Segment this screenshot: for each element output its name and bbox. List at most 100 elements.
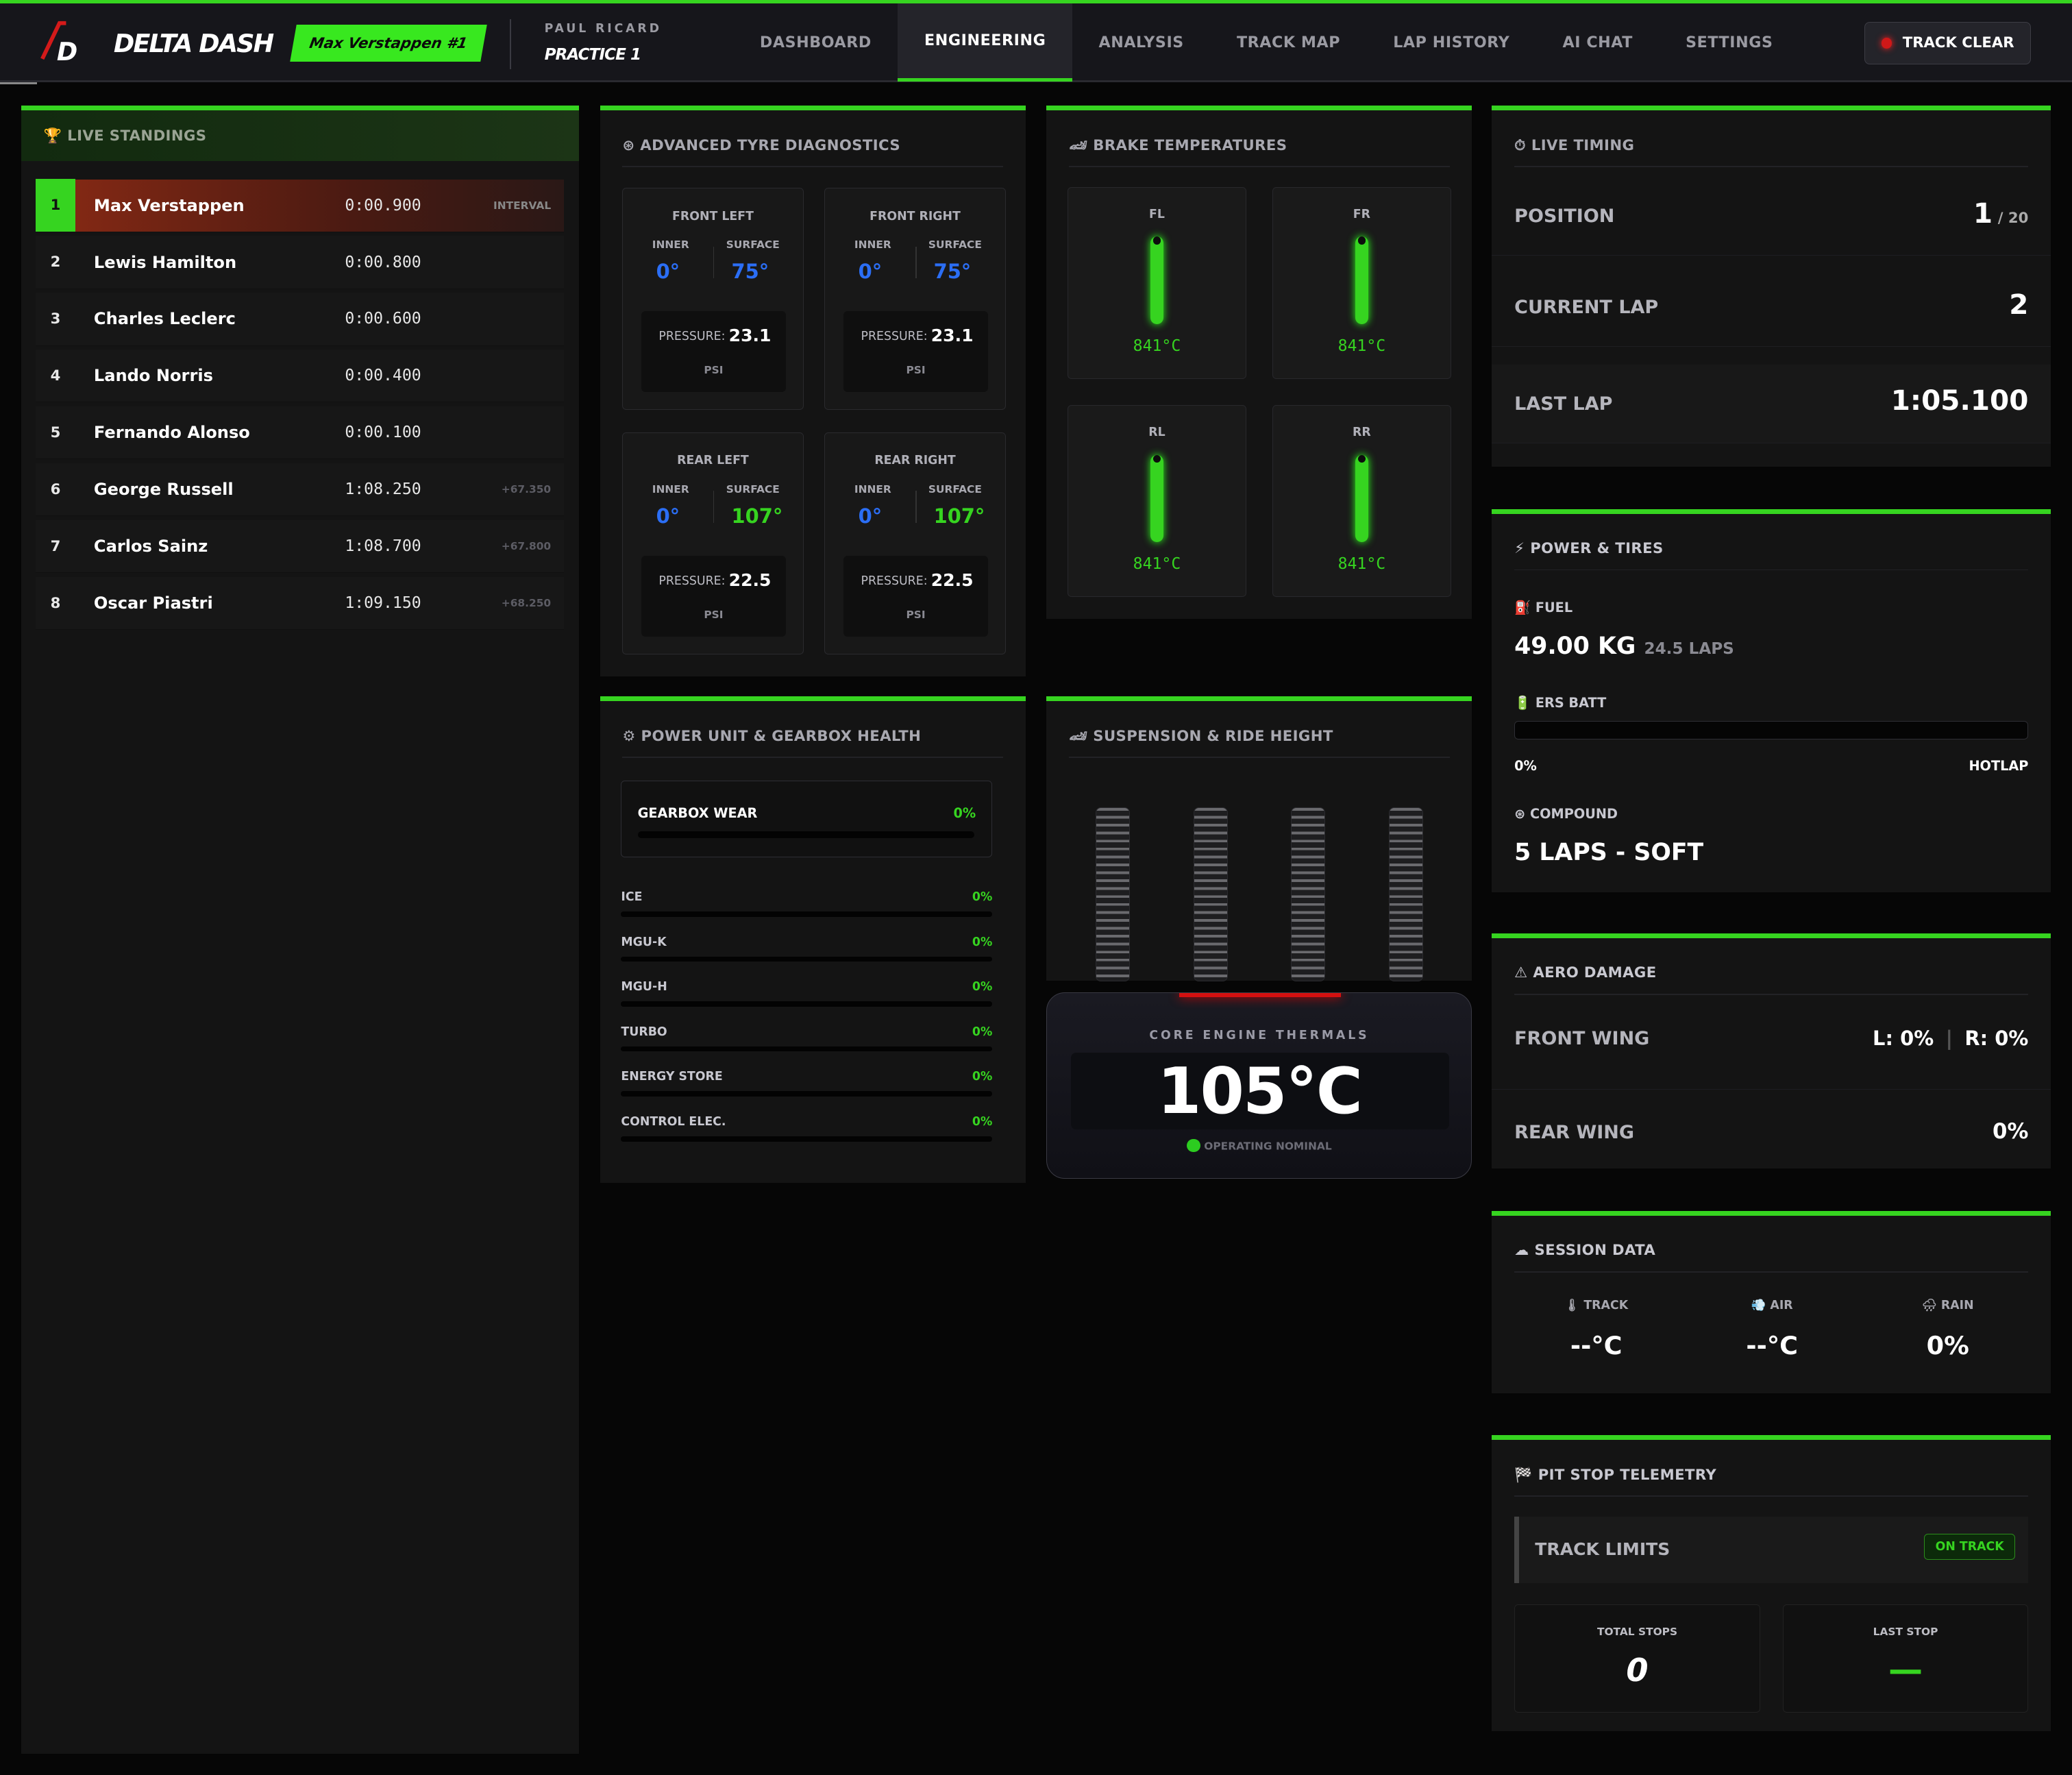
component-bar (621, 956, 993, 962)
component-bar (621, 1001, 993, 1007)
component-bar (621, 1046, 993, 1052)
component-bar (621, 1091, 993, 1097)
status-dot-icon (1187, 1138, 1200, 1152)
component-label: ENERGY STORE (621, 1070, 723, 1084)
svg-text:D: D (57, 37, 77, 64)
component-value: 0% (972, 1025, 993, 1039)
session-name: PRACTICE 1 (544, 45, 642, 64)
standing-row[interactable]: 7 Carlos Sainz 1:08.700 +67.800 (36, 520, 565, 574)
standing-row[interactable]: 5 Fernando Alonso 0:00.100 (36, 406, 565, 460)
lap-row: CURRENT LAP 2 (1492, 268, 2051, 347)
rear-wing-value: 0% (1993, 1118, 2029, 1144)
brake-temp-bar (1150, 454, 1164, 542)
track-status-button[interactable]: TRACK CLEAR (1864, 22, 2032, 64)
brake-card-rr: RR 841°C (1272, 405, 1451, 597)
standing-row[interactable]: 2 Lewis Hamilton 0:00.800 (36, 236, 565, 289)
standing-gap: +68.250 (501, 597, 552, 610)
driver-badge: Max Verstappen #1 (290, 24, 487, 62)
last-lap-value: 1:05.100 (1890, 384, 2029, 417)
air-temp-value: --°C (1746, 1331, 1799, 1361)
front-wing-label: FRONT WING (1514, 1027, 1650, 1049)
standing-pos: 2 (50, 254, 61, 271)
standing-driver: Lando Norris (93, 366, 213, 386)
component-label: MGU-K (621, 935, 667, 949)
inner-label: INNER (652, 238, 689, 252)
air-temp-label: 💨 AIR (1751, 1299, 1793, 1313)
tab-settings[interactable]: SETTINGS (1660, 3, 1800, 82)
surface-temp: 107° (731, 504, 783, 528)
surface-label: SURFACE (928, 238, 982, 252)
standing-time: 1:08.250 (345, 480, 421, 499)
total-stops-label: TOTAL STOPS (1596, 1626, 1678, 1639)
component-label: CONTROL ELEC. (621, 1115, 726, 1129)
power-panel: ⚡ POWER & TIRES ⛽ FUEL 49.00 KG 24.5 LAP… (1492, 509, 2051, 892)
divider (1514, 1271, 2029, 1273)
engine-status-label: OPERATING NOMINAL (1204, 1139, 1332, 1152)
power-title: ⚡ POWER & TIRES (1514, 540, 1664, 558)
gearbox-wear-card: GEARBOX WEAR 0% (621, 781, 993, 857)
timing-panel: ⏱ LIVE TIMING POSITION 1/ 20 CURRENT LAP 2… (1492, 106, 2051, 467)
component-mgu-k: MGU-K 0% (621, 935, 993, 970)
standing-row[interactable]: 8 Oscar Piastri 1:09.150 +68.250 (36, 577, 565, 631)
standing-row[interactable]: 4 Lando Norris 0:00.400 (36, 350, 565, 403)
position-total: / 20 (1997, 209, 2029, 227)
standing-driver: Oscar Piastri (93, 593, 213, 613)
standing-row[interactable]: 6 George Russell 1:08.250 +67.350 (36, 463, 565, 517)
last-stop-card: LAST STOP — (1782, 1604, 2029, 1713)
ers-label: 🔋 ERS BATT (1514, 694, 1607, 711)
standing-driver: Max Verstappen (93, 195, 245, 215)
tyre-name: REAR RIGHT (874, 454, 956, 468)
session-title: ☁ SESSION DATA (1514, 1242, 1656, 1260)
divider (1514, 569, 2029, 571)
tab-dashboard[interactable]: DASHBOARD (733, 3, 898, 82)
tab-analysis[interactable]: ANALYSIS (1072, 3, 1210, 82)
tab-ai-chat[interactable]: AI CHAT (1536, 3, 1660, 82)
divider (1069, 166, 1450, 168)
fuel-value: 49.00 KG 24.5 LAPS (1514, 633, 1734, 660)
delta-dash-logo: D (40, 21, 77, 64)
component-value: 0% (972, 935, 993, 949)
inner-temp: 0° (656, 260, 680, 283)
surface-temp: 107° (933, 504, 985, 528)
surface-temp: 75° (933, 260, 972, 283)
track-temp-value: --°C (1570, 1331, 1623, 1361)
pit-panel: 🏁 PIT STOP TELEMETRY TRACK LIMITS ON TRA… (1492, 1435, 2051, 1732)
inner-temp: 0° (656, 504, 680, 528)
pu-panel: ⚙ POWER UNIT & GEARBOX HEALTH GEARBOX WE… (600, 696, 1026, 1184)
tab-lap-history[interactable]: LAP HISTORY (1367, 3, 1536, 82)
ers-bar (1514, 721, 2029, 740)
lap-value: 2 (2009, 287, 2029, 321)
standing-driver: George Russell (93, 480, 234, 500)
brake-temp-bar (1150, 236, 1164, 324)
front-wing-left: L: 0% (1873, 1026, 1934, 1050)
suspension-title: 🏎 SUSPENSION & RIDE HEIGHT (1069, 727, 1333, 745)
standing-time: 1:08.700 (345, 537, 421, 556)
aero-title: ⚠ AERO DAMAGE (1514, 964, 1657, 982)
component-turbo: TURBO 0% (621, 1025, 993, 1060)
standing-driver: Charles Leclerc (93, 309, 236, 329)
pressure-label: PRESSURE: (861, 574, 928, 588)
suspension-panel: 🏎 SUSPENSION & RIDE HEIGHT (1046, 696, 1472, 982)
component-energy-store: ENERGY STORE 0% (621, 1070, 993, 1104)
inner-label: INNER (854, 238, 891, 252)
front-wing-row: FRONT WING L: 0% | R: 0% (1492, 997, 2051, 1090)
standing-pos: 1 (36, 179, 75, 232)
component-value: 0% (972, 1070, 993, 1084)
track-temp-label: 🌡 TRACK (1564, 1299, 1629, 1313)
tab-track-map[interactable]: TRACK MAP (1210, 3, 1366, 82)
standing-row[interactable]: 1 Max Verstappen 0:00.900 INTERVAL (36, 179, 565, 232)
pressure-box: PRESSURE: 23.1 PSI (843, 311, 988, 392)
divider (510, 19, 512, 70)
component-label: ICE (621, 890, 643, 905)
scroll-indicator (0, 82, 37, 85)
brake-label: RR (1353, 426, 1371, 440)
tab-engineering[interactable]: ENGINEERING (898, 3, 1072, 82)
tyre-card-front-right: FRONT RIGHT INNER SURFACE 0° 75° PRESSURE: 23.… (824, 187, 1006, 410)
pressure-value: 22.5 (930, 570, 974, 591)
track-status-label: TRACK CLEAR (1902, 34, 2014, 52)
tyre-title: ⊛ ADVANCED TYRE DIAGNOSTICS (622, 136, 901, 154)
pressure-box: PRESSURE: 22.5 PSI (641, 556, 786, 637)
gearbox-bar (637, 831, 975, 838)
standing-row[interactable]: 3 Charles Leclerc 0:00.600 (36, 293, 565, 346)
divider (713, 491, 715, 523)
